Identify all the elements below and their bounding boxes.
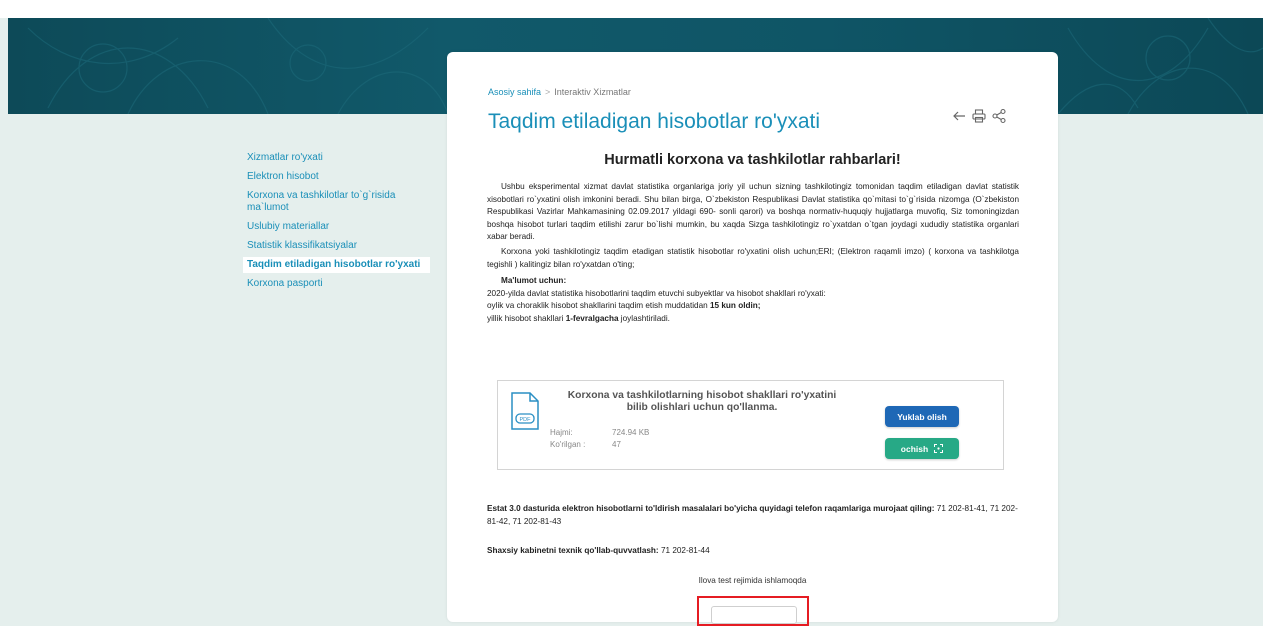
sidebar-item-statistical-classifications[interactable]: Statistik klassifikatsiyalar — [243, 238, 430, 254]
sidebar-menu: Xizmatlar ro'yxati Elektron hisobot Korx… — [243, 150, 430, 295]
print-icon[interactable] — [971, 108, 987, 124]
page-title: Taqdim etiladigan hisobotlar ro'yxati — [488, 110, 821, 133]
share-icon[interactable] — [991, 108, 1007, 124]
breadcrumb-home-link[interactable]: Asosiy sahifa — [488, 87, 541, 97]
sidebar-item-company-passport[interactable]: Korxona pasporti — [243, 276, 430, 292]
info-line-3: yillik hisobot shakllari 1-fevralgacha j… — [487, 313, 670, 323]
sidebar-item-electronic-report[interactable]: Elektron hisobot — [243, 169, 430, 185]
sidebar-item-services[interactable]: Xizmatlar ro'yxati — [243, 150, 430, 166]
deadline-monthly: 15 kun oldin; — [710, 301, 761, 311]
content-card: Asosiy sahifa > Interaktiv Xizmatlar Taqdi… — [447, 52, 1058, 626]
back-arrow-icon[interactable] — [951, 108, 967, 124]
estat-contact: Estat 3.0 dasturida elektron hisobotlarn… — [487, 504, 1018, 526]
open-button[interactable]: ochish — [885, 438, 959, 459]
notice-body: Ushbu eksperimental xizmat davlat statis… — [487, 181, 1019, 326]
views-label: Ko'rilgan : — [550, 440, 586, 449]
download-button[interactable]: Yuklab olish — [885, 406, 959, 427]
pdf-badge-text: PDF — [520, 417, 532, 423]
size-label: Hajmi: — [550, 428, 573, 437]
download-card: PDF Korxona va tashkilotlarning hisobot … — [497, 380, 1004, 470]
expand-icon — [934, 444, 944, 453]
file-meta: Hajmi: 724.94 KB Ko'rilgan : 47 — [550, 427, 649, 451]
sidebar-item-reports-list[interactable]: Taqdim etiladigan hisobotlar ro'yxati — [243, 257, 430, 273]
pdf-file-icon: PDF — [511, 392, 539, 430]
sidebar-item-organizations-info[interactable]: Korxona va tashkilotlar to`g`risida ma`l… — [243, 188, 430, 216]
page-actions — [951, 108, 1007, 124]
download-title: Korxona va tashkilotlarning hisobot shak… — [567, 390, 837, 413]
views-value: 47 — [612, 440, 621, 449]
sidebar-item-methodological-materials[interactable]: Uslubiy materiallar — [243, 219, 430, 235]
cabinet-phone-number: 71 202-81-44 — [658, 546, 710, 555]
test-mode-notice: Ilova test rejimida ishlamoqda — [698, 576, 807, 585]
breadcrumb-current: Interaktiv Xizmatlar — [554, 87, 631, 97]
info-title: Ma'lumot uchun: — [501, 276, 567, 286]
notice-heading: Hurmatli korxona va tashkilotlar rahbarl… — [604, 152, 901, 168]
breadcrumb-separator: > — [545, 87, 551, 97]
info-line-2: oylik va choraklik hisobot shakllarini t… — [487, 301, 761, 311]
info-line-1: 2020-yilda davlat statistika hisobotlari… — [487, 288, 826, 298]
top-bar — [0, 0, 1263, 18]
highlight-frame — [697, 596, 809, 626]
eri-paragraph: Korxona yoki tashkilotingiz taqdim etadi… — [487, 246, 1019, 269]
breadcrumb: Asosiy sahifa > Interaktiv Xizmatlar — [488, 87, 631, 97]
intro-paragraph: Ushbu eksperimental xizmat davlat statis… — [487, 182, 1019, 242]
cabinet-support-contact: Shaxsiy kabinetni texnik qo'llab-quvvatl… — [487, 546, 710, 555]
deadline-yearly: 1-fevralgacha — [565, 313, 619, 323]
size-value: 724.94 KB — [612, 428, 650, 437]
